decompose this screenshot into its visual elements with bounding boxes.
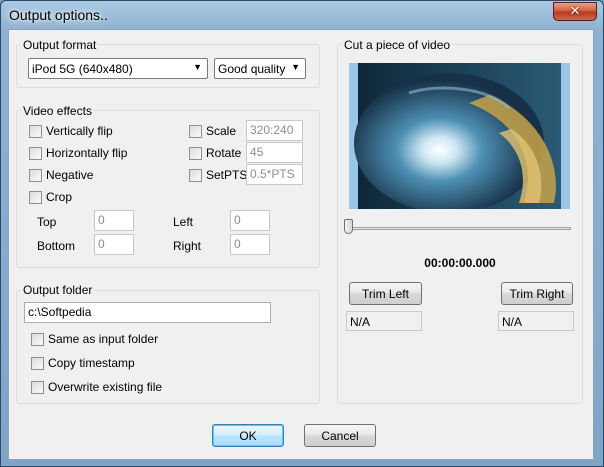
crop-label: Crop [46, 190, 73, 204]
window-title: Output options.. [9, 7, 108, 23]
setpts-label: SetPTS [206, 168, 248, 182]
crop-bottom-input[interactable]: 0 [94, 234, 134, 255]
crop-top-input[interactable]: 0 [94, 210, 134, 231]
trim-left-value: N/A [346, 311, 422, 331]
ok-button[interactable]: OK [212, 424, 284, 447]
close-button[interactable]: ✕ [553, 2, 597, 21]
checkbox-box[interactable] [31, 356, 44, 370]
video-effects-legend: Video effects [21, 104, 94, 118]
chevron-down-icon: ▼ [193, 62, 202, 72]
checkbox-box[interactable] [29, 146, 42, 160]
scale-label: Scale [206, 124, 237, 138]
output-folder-input[interactable]: c:\Softpedia [24, 302, 271, 323]
cancel-button[interactable]: Cancel [304, 424, 376, 447]
crop-top-label: Top [37, 215, 57, 229]
crop-left-input[interactable]: 0 [230, 210, 270, 231]
rotate-label: Rotate [206, 146, 242, 160]
negative-label: Negative [46, 168, 94, 182]
video-position-track[interactable] [349, 227, 571, 230]
chevron-down-icon: ▼ [291, 62, 300, 72]
setpts-checkbox[interactable]: SetPTS [189, 168, 247, 182]
checkbox-box[interactable] [189, 168, 202, 182]
video-position-thumb[interactable] [344, 219, 353, 234]
overwrite-label: Overwrite existing file [48, 380, 163, 394]
trim-right-value: N/A [498, 311, 574, 331]
video-timecode: 00:00:00.000 [424, 256, 496, 270]
negative-checkbox[interactable]: Negative [29, 168, 93, 182]
trim-right-button[interactable]: Trim Right [501, 282, 573, 305]
video-frame-image [349, 63, 570, 209]
trim-left-button[interactable]: Trim Left [349, 282, 422, 305]
horizontal-flip-checkbox[interactable]: Horizontally flip [29, 146, 127, 160]
format-select-value: iPod 5G (640x480) [32, 61, 133, 76]
checkbox-box[interactable] [31, 332, 44, 346]
overwrite-checkbox[interactable]: Overwrite existing file [31, 380, 162, 394]
crop-right-input[interactable]: 0 [230, 234, 270, 255]
crop-checkbox[interactable]: Crop [29, 190, 72, 204]
crop-bottom-label: Bottom [37, 239, 76, 253]
quality-select-value: Good quality [218, 61, 286, 76]
cut-video-legend: Cut a piece of video [342, 38, 453, 52]
same-as-input-label: Same as input folder [48, 332, 159, 346]
scale-checkbox[interactable]: Scale [189, 124, 236, 138]
video-preview [349, 63, 570, 209]
same-as-input-checkbox[interactable]: Same as input folder [31, 332, 158, 346]
vertical-flip-label: Vertically flip [46, 124, 113, 138]
checkbox-box[interactable] [189, 146, 202, 160]
rotate-input[interactable]: 45 [246, 142, 303, 163]
format-select[interactable]: iPod 5G (640x480) ▼ [28, 58, 208, 79]
checkbox-box[interactable] [29, 124, 42, 138]
checkbox-box[interactable] [29, 190, 42, 204]
copy-timestamp-checkbox[interactable]: Copy timestamp [31, 356, 135, 370]
setpts-input[interactable]: 0.5*PTS [246, 164, 303, 185]
vertical-flip-checkbox[interactable]: Vertically flip [29, 124, 113, 138]
copy-timestamp-label: Copy timestamp [48, 356, 135, 370]
checkbox-box[interactable] [31, 380, 44, 394]
rotate-checkbox[interactable]: Rotate [189, 146, 241, 160]
quality-select[interactable]: Good quality ▼ [214, 58, 306, 79]
output-folder-legend: Output folder [21, 283, 95, 297]
crop-left-label: Left [173, 215, 194, 229]
horizontal-flip-label: Horizontally flip [46, 146, 128, 160]
title-bar[interactable]: Output options.. ✕ [1, 1, 603, 29]
checkbox-box[interactable] [29, 168, 42, 182]
crop-right-label: Right [173, 239, 202, 253]
checkbox-box[interactable] [189, 124, 202, 138]
close-icon: ✕ [569, 4, 581, 19]
output-format-legend: Output format [21, 38, 99, 52]
scale-input[interactable]: 320:240 [246, 120, 303, 141]
